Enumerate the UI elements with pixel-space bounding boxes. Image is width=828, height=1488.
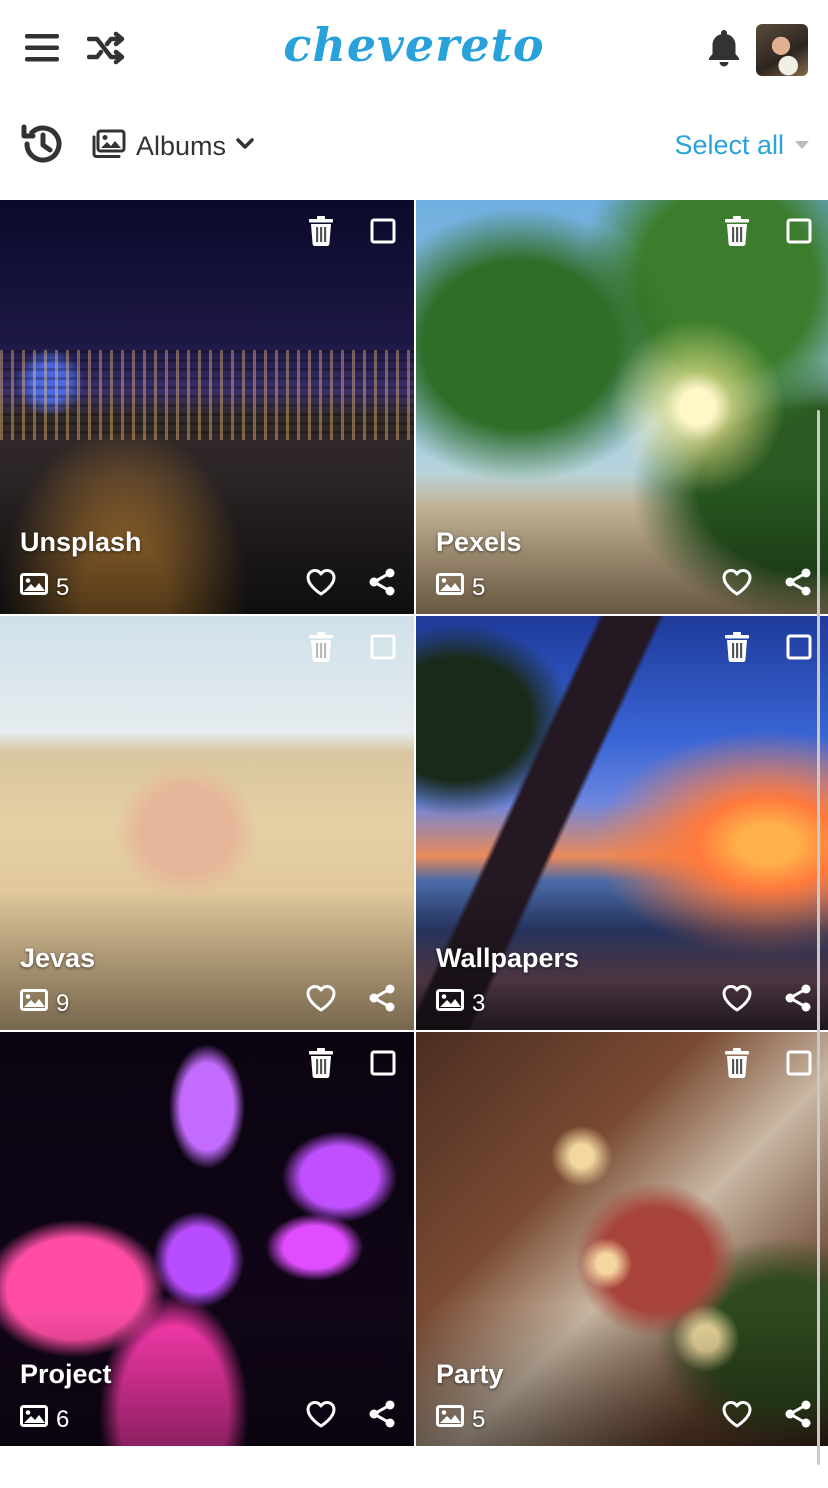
heart-icon[interactable] bbox=[720, 1398, 754, 1430]
heart-icon[interactable] bbox=[304, 1398, 338, 1430]
image-count: 5 bbox=[436, 1405, 485, 1434]
image-count: 6 bbox=[20, 1405, 69, 1434]
image-count: 3 bbox=[436, 989, 485, 1018]
select-checkbox[interactable] bbox=[368, 632, 398, 662]
album-card-pexels[interactable]: Pexels 5 bbox=[416, 200, 828, 614]
select-checkbox[interactable] bbox=[368, 216, 398, 246]
select-checkbox[interactable] bbox=[784, 1048, 814, 1078]
album-title[interactable]: Project bbox=[20, 1359, 112, 1390]
image-count-value: 9 bbox=[56, 989, 70, 1017]
image-icon bbox=[20, 989, 48, 1018]
image-count-value: 6 bbox=[56, 1405, 70, 1433]
image-icon bbox=[20, 573, 48, 602]
album-title[interactable]: Pexels bbox=[436, 527, 522, 558]
albums-label: Albums bbox=[136, 130, 227, 161]
album-card-party[interactable]: Party 5 bbox=[416, 1032, 828, 1446]
share-icon[interactable] bbox=[366, 1398, 398, 1430]
trash-icon[interactable] bbox=[722, 214, 752, 248]
bell-icon[interactable] bbox=[704, 26, 744, 70]
top-bar: chevereto bbox=[0, 0, 828, 100]
image-count-value: 5 bbox=[56, 573, 70, 601]
image-icon bbox=[20, 1405, 48, 1434]
caret-down-icon bbox=[794, 137, 810, 155]
select-all-button[interactable]: Select all bbox=[674, 130, 810, 161]
heart-icon[interactable] bbox=[720, 982, 754, 1014]
heart-icon[interactable] bbox=[304, 566, 338, 598]
select-checkbox[interactable] bbox=[368, 1048, 398, 1078]
album-title[interactable]: Party bbox=[436, 1359, 504, 1390]
album-card-wallpapers[interactable]: Wallpapers 3 bbox=[416, 616, 828, 1030]
trash-icon[interactable] bbox=[722, 1046, 752, 1080]
trash-icon[interactable] bbox=[722, 630, 752, 664]
albums-dropdown[interactable]: Albums bbox=[92, 126, 254, 166]
album-title[interactable]: Jevas bbox=[20, 943, 95, 974]
image-icon bbox=[436, 1405, 464, 1434]
share-icon[interactable] bbox=[782, 566, 814, 598]
album-card-project[interactable]: Project 6 bbox=[0, 1032, 414, 1446]
images-icon bbox=[92, 129, 126, 164]
image-count-value: 5 bbox=[472, 1405, 486, 1433]
history-icon[interactable] bbox=[18, 120, 66, 168]
image-count: 5 bbox=[436, 573, 485, 602]
album-card-unsplash[interactable]: Unsplash 5 bbox=[0, 200, 414, 614]
share-icon[interactable] bbox=[782, 982, 814, 1014]
image-icon bbox=[436, 989, 464, 1018]
image-count-value: 5 bbox=[472, 573, 486, 601]
trash-icon[interactable] bbox=[306, 1046, 336, 1080]
scrollbar[interactable] bbox=[817, 410, 820, 1465]
album-card-jevas[interactable]: Jevas 9 bbox=[0, 616, 414, 1030]
album-title[interactable]: Wallpapers bbox=[436, 943, 579, 974]
listing-toolbar: Albums Select all bbox=[0, 100, 828, 200]
chevron-down-icon bbox=[236, 137, 254, 155]
image-count: 9 bbox=[20, 989, 69, 1018]
album-title[interactable]: Unsplash bbox=[20, 527, 142, 558]
user-avatar[interactable] bbox=[756, 24, 808, 76]
select-all-label: Select all bbox=[674, 130, 784, 160]
image-count: 5 bbox=[20, 573, 69, 602]
trash-icon[interactable] bbox=[306, 214, 336, 248]
heart-icon[interactable] bbox=[720, 566, 754, 598]
image-count-value: 3 bbox=[472, 989, 486, 1017]
heart-icon[interactable] bbox=[304, 982, 338, 1014]
image-icon bbox=[436, 573, 464, 602]
share-icon[interactable] bbox=[366, 982, 398, 1014]
share-icon[interactable] bbox=[782, 1398, 814, 1430]
trash-icon[interactable] bbox=[306, 630, 336, 664]
share-icon[interactable] bbox=[366, 566, 398, 598]
select-checkbox[interactable] bbox=[784, 632, 814, 662]
select-checkbox[interactable] bbox=[784, 216, 814, 246]
